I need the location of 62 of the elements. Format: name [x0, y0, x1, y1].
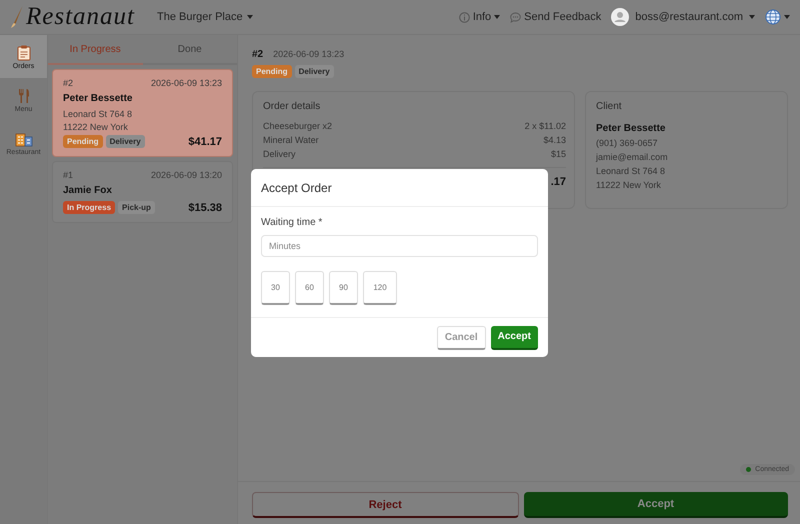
order-total: .17: [550, 176, 566, 188]
tab[interactable]: In Progress: [48, 35, 142, 65]
info-icon: [458, 12, 470, 22]
client-info: (901) 369-0657: [596, 138, 659, 148]
accept-button[interactable]: Accept: [524, 492, 788, 518]
clipboard-icon: [16, 45, 30, 61]
item-name: Delivery: [263, 149, 296, 159]
reject-button[interactable]: Reject: [252, 492, 518, 518]
status-badge: In Progress: [63, 201, 116, 214]
dialog-title: Accept Order: [261, 180, 332, 194]
preset-button[interactable]: 30: [261, 271, 290, 305]
tab[interactable]: Done: [142, 35, 237, 65]
language-menu[interactable]: [765, 9, 790, 25]
avatar-icon: [611, 8, 630, 26]
client-name: Peter Bessette: [596, 123, 666, 134]
customer-name: Jamie Fox: [63, 185, 113, 196]
type-badge: Delivery: [294, 65, 334, 78]
input-field[interactable]: Minutes: [261, 235, 538, 257]
client-info: 11222 New York: [596, 180, 662, 190]
preset-button[interactable]: 120: [363, 271, 397, 305]
item-name: Cheeseburger x2: [263, 121, 332, 131]
preset-button[interactable]: 90: [329, 271, 358, 305]
customer-name: Peter Bessette: [63, 93, 134, 104]
item-price: $15: [550, 149, 566, 159]
type-badge: Pick-up: [118, 201, 155, 214]
building-icon: [14, 131, 32, 147]
logo-text: Restanaut: [26, 3, 135, 31]
item-name: Mineral Water: [263, 135, 319, 145]
item-price: $4.13: [543, 135, 566, 145]
info-menu[interactable]: Info: [458, 11, 500, 23]
type-badge: Delivery: [106, 135, 145, 148]
address-line: Leonard St 764 8: [63, 109, 134, 119]
field-label: Waiting time *: [261, 217, 324, 228]
order-card[interactable]: #1 2026-06-09 13:20 Jamie Fox In Progress Pick-up $15.38: [52, 161, 233, 223]
card-title: Order details: [263, 101, 322, 112]
client-info: Leonard St 764 8: [596, 166, 666, 176]
item-price: 2 x $11.02: [524, 121, 566, 131]
client-info: jamie@email.com: [596, 152, 669, 162]
order-total: $15.38: [188, 202, 222, 214]
globe-icon: [765, 9, 781, 25]
card-title: Client: [596, 101, 623, 112]
order-time: 2026-06-09 13:20: [150, 170, 222, 180]
order-total: $41.17: [188, 136, 222, 148]
cancel-button[interactable]: Cancel: [436, 326, 486, 350]
accept-button[interactable]: Accept: [490, 326, 538, 350]
chat-icon: [510, 12, 522, 22]
order-number: #2: [63, 78, 74, 88]
order-time: 2026-06-09 13:23: [150, 78, 222, 88]
restaurant-dropdown[interactable]: The Burger Place: [157, 11, 253, 23]
address-line: 11222 New York: [63, 122, 129, 132]
fork-knife-icon: [16, 88, 30, 104]
order-card[interactable]: #2 2026-06-09 13:23 Peter Bessette Leonard St 764 8 11222 New York Pending Delivery $41.17: [52, 69, 233, 157]
caret-icon: [246, 15, 253, 19]
status-badge: Pending: [252, 65, 292, 78]
user-menu[interactable]: boss@restaurant.com: [611, 8, 755, 26]
feedback-link[interactable]: Send Feedback: [510, 11, 602, 23]
status-badge: Pending: [63, 135, 103, 148]
preset-button[interactable]: 60: [295, 271, 324, 305]
order-number: #2: [252, 49, 264, 60]
brush-icon: [10, 5, 24, 29]
order-time: 2026-06-09 13:23: [273, 49, 344, 59]
order-number: #1: [63, 170, 74, 180]
